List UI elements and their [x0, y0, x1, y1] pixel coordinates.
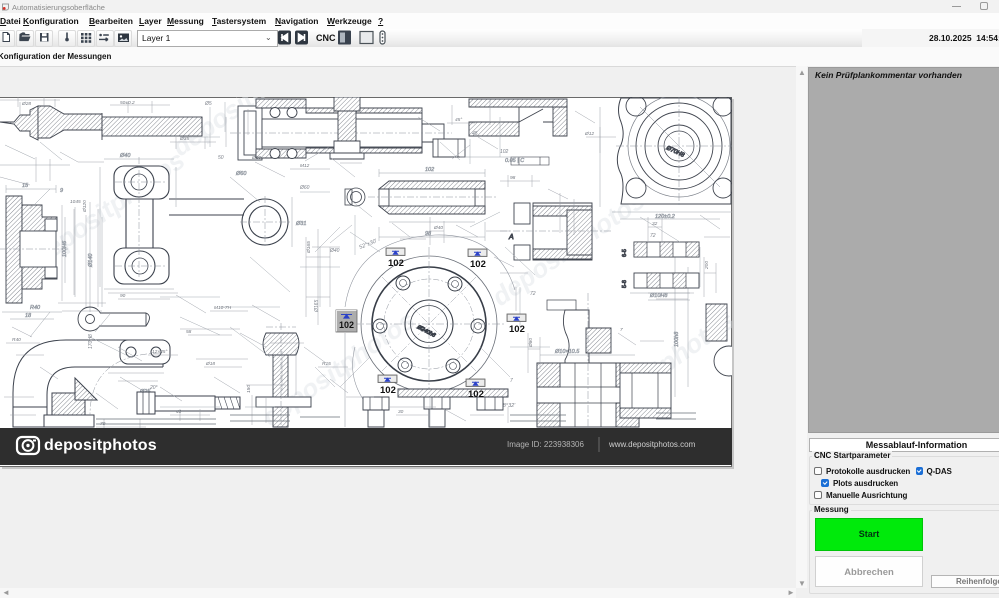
svg-text:102: 102: [380, 385, 396, 396]
svg-text:40: 40: [176, 409, 182, 415]
svg-text:depositphotos: depositphotos: [44, 437, 157, 454]
svg-text:45: 45: [472, 131, 478, 137]
svg-text:20°: 20°: [149, 385, 158, 391]
svg-text:R40: R40: [12, 337, 21, 343]
svg-text:100H6: 100H6: [62, 240, 68, 257]
svg-text:Ø120: Ø120: [82, 200, 88, 213]
svg-text:32: 32: [652, 221, 658, 227]
svg-text:200: 200: [704, 261, 710, 270]
svg-text:72: 72: [650, 233, 656, 239]
svg-text:102: 102: [388, 258, 404, 269]
svg-text:Ø240h6: Ø240h6: [415, 324, 437, 339]
svg-text:98: 98: [425, 231, 432, 237]
svg-text:120±0.2: 120±0.2: [655, 214, 675, 220]
svg-text:6-5: 6-5: [622, 249, 628, 257]
svg-text:5-8: 5-8: [622, 280, 628, 288]
svg-text:Ø35: Ø35: [179, 136, 189, 142]
svg-text:www.depositphotos.com: www.depositphotos.com: [608, 440, 696, 449]
svg-text:7: 7: [620, 327, 623, 333]
svg-text:Ø20: Ø20: [251, 155, 261, 161]
svg-text:M10-7H: M10-7H: [214, 305, 232, 311]
svg-text:Ø10H8: Ø10H8: [649, 293, 668, 299]
svg-text:Image ID: 223938306: Image ID: 223938306: [507, 440, 584, 449]
svg-text:102: 102: [425, 167, 434, 173]
svg-text:Ø18: Ø18: [205, 361, 215, 367]
svg-text:7: 7: [510, 378, 513, 384]
svg-text:102: 102: [500, 149, 509, 155]
svg-text:0.05 | C: 0.05 | C: [505, 158, 524, 164]
svg-text:Ø5: Ø5: [204, 101, 212, 107]
svg-text:Ø165: Ø165: [306, 241, 312, 254]
svg-text:Ø80: Ø80: [528, 338, 534, 348]
svg-text:M12: M12: [300, 163, 310, 169]
svg-text:102: 102: [339, 320, 354, 330]
svg-text:CNC: CNC: [316, 33, 336, 43]
svg-text:30: 30: [398, 409, 404, 415]
svg-text:102: 102: [509, 324, 525, 335]
svg-text:Ø31: Ø31: [295, 221, 306, 227]
svg-text:90: 90: [120, 293, 126, 299]
svg-text:Ø165: Ø165: [314, 300, 320, 313]
svg-text:170H8: 170H8: [88, 334, 94, 349]
svg-text:Ø60: Ø60: [235, 171, 247, 177]
svg-text:Ø40: Ø40: [119, 153, 131, 159]
svg-text:100h8: 100h8: [674, 331, 680, 347]
svg-text:Ø12: Ø12: [584, 131, 594, 137]
svg-text:Ø60: Ø60: [299, 185, 310, 191]
svg-text:50: 50: [218, 155, 224, 161]
svg-text:72: 72: [530, 291, 536, 297]
svg-text:102: 102: [468, 389, 484, 400]
svg-text:Ø10×10.5: Ø10×10.5: [554, 349, 580, 355]
svg-text:12×45°: 12×45°: [152, 349, 167, 355]
svg-text:18: 18: [25, 313, 32, 319]
svg-text:9: 9: [60, 188, 63, 194]
svg-text:Ø40: Ø40: [433, 225, 443, 231]
svg-text:98: 98: [510, 175, 516, 181]
svg-text:1045: 1045: [70, 199, 81, 205]
svg-text:Ø28: Ø28: [21, 101, 31, 107]
svg-text:102: 102: [470, 259, 486, 270]
svg-text:R15: R15: [322, 361, 331, 367]
svg-text:Ø40: Ø40: [329, 248, 340, 254]
svg-text:50±0.2: 50±0.2: [120, 100, 135, 106]
svg-text:Ø140: Ø140: [88, 253, 94, 268]
svg-text:58: 58: [186, 329, 192, 335]
svg-text:A: A: [508, 234, 514, 241]
svg-text:150: 150: [246, 385, 252, 393]
svg-text:R40: R40: [30, 305, 41, 311]
svg-text:45°: 45°: [455, 117, 462, 123]
